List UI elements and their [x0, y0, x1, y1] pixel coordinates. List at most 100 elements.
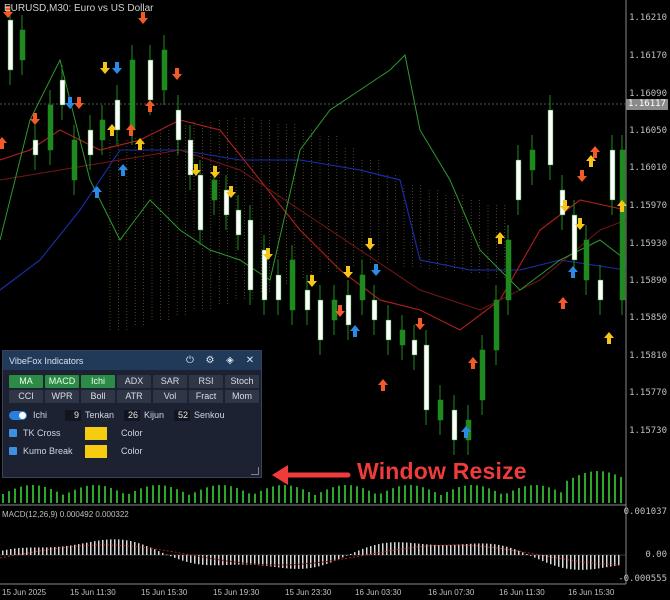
candle-body: [187, 139, 194, 176]
candle-body: [7, 19, 14, 71]
candle-body: [399, 329, 406, 346]
volume-bar: [584, 473, 586, 503]
volume-bar: [254, 493, 256, 503]
candle-body: [59, 79, 66, 106]
signal-arrow-icon: [210, 166, 220, 178]
macd-histogram-bar: [194, 555, 196, 564]
volume-bar: [314, 494, 316, 503]
kumo-break-checkbox[interactable]: [9, 447, 17, 455]
gear-icon[interactable]: ⚙: [205, 355, 215, 366]
panel-header[interactable]: VibeFox Indicators ⏻ ⚙ ◈ ✕: [3, 351, 261, 370]
macd-histogram-bar: [38, 547, 40, 555]
macd-histogram-bar: [550, 555, 552, 565]
macd-histogram-bar: [302, 555, 304, 569]
candle-body: [175, 109, 182, 141]
macd-histogram-bar: [342, 555, 344, 558]
resize-grip[interactable]: [251, 467, 259, 475]
macd-histogram-bar: [506, 546, 508, 555]
indicator-panel[interactable]: VibeFox Indicators ⏻ ⚙ ◈ ✕ MA MACD Ichi ADX…: [2, 350, 262, 478]
volume-bar: [128, 493, 130, 503]
tk-cross-checkbox[interactable]: [9, 429, 17, 437]
macd-histogram-bar: [346, 555, 348, 556]
senkou-input[interactable]: 52: [174, 409, 191, 421]
tenkan-input[interactable]: 9: [65, 409, 81, 421]
tab-ichi[interactable]: Ichi: [81, 375, 115, 388]
volume-bar: [410, 485, 412, 503]
tab-sar[interactable]: SAR: [153, 375, 187, 388]
tab-wpr[interactable]: WPR: [45, 390, 79, 403]
volume-bar: [476, 485, 478, 503]
macd-histogram-bar: [446, 545, 448, 555]
macd-histogram-bar: [326, 555, 328, 564]
candle-body: [197, 174, 204, 231]
volume-bar: [260, 490, 262, 503]
candle-body: [571, 214, 578, 261]
volume-bar: [32, 485, 34, 503]
time-axis-label: 15 Jun 2025: [2, 588, 47, 597]
macd-histogram-bar: [498, 544, 500, 555]
tab-mom[interactable]: Mom: [225, 390, 259, 403]
volume-bar: [464, 485, 466, 503]
volume-bar: [20, 486, 22, 503]
macd-histogram-bar: [418, 543, 420, 555]
volume-bar: [446, 491, 448, 503]
macd-histogram-bar: [378, 544, 380, 555]
tab-boll[interactable]: Boll: [81, 390, 115, 403]
tab-atr[interactable]: ATR: [117, 390, 151, 403]
macd-histogram-bar: [258, 555, 260, 566]
tab-fract[interactable]: Fract: [189, 390, 223, 403]
tenkan-label: Tenkan: [85, 410, 115, 420]
price-axis-label: 1.15770: [629, 388, 667, 398]
kijun-input[interactable]: 26: [124, 409, 141, 421]
candle-body: [597, 279, 604, 301]
price-axis-label: 1.16050: [629, 126, 667, 136]
volume-bar: [620, 476, 622, 503]
volume-bar: [242, 490, 244, 503]
macd-histogram-bar: [438, 544, 440, 555]
volume-bar: [374, 493, 376, 503]
candle-body: [331, 299, 338, 321]
volume-bar: [602, 471, 604, 503]
kumo-break-color-swatch[interactable]: [85, 444, 107, 458]
signal-arrow-icon: [100, 62, 110, 74]
pin-icon[interactable]: ◈: [225, 355, 235, 366]
volume-bar: [62, 494, 64, 503]
ichi-toggle[interactable]: [9, 410, 27, 420]
close-icon[interactable]: ✕: [245, 355, 255, 366]
macd-histogram-bar: [354, 552, 356, 555]
macd-histogram-bar: [298, 555, 300, 569]
macd-histogram-bar: [202, 555, 204, 565]
macd-histogram-bar: [414, 543, 416, 555]
macd-histogram-bar: [410, 542, 412, 555]
macd-histogram-bar: [350, 553, 352, 555]
volume-bar: [170, 487, 172, 503]
volume-bar: [230, 486, 232, 503]
macd-histogram-bar: [138, 543, 140, 555]
macd-histogram-bar: [618, 555, 620, 566]
signal-arrow-icon: [468, 357, 478, 369]
power-icon[interactable]: ⏻: [185, 355, 195, 366]
tab-macd[interactable]: MACD: [45, 375, 79, 388]
volume-bar: [332, 487, 334, 503]
tab-cci[interactable]: CCI: [9, 390, 43, 403]
tab-vol[interactable]: Vol: [153, 390, 187, 403]
candle-body: [87, 129, 94, 156]
tab-ma[interactable]: MA: [9, 375, 43, 388]
price-axis-label: 1.15890: [629, 276, 667, 286]
volume-bar: [614, 474, 616, 503]
macd-histogram-bar: [210, 555, 212, 566]
tab-rsi[interactable]: RSI: [189, 375, 223, 388]
macd-histogram-bar: [478, 543, 480, 555]
kijun-label: Kijun: [144, 410, 165, 420]
volume-bar: [596, 471, 598, 503]
tk-cross-color-swatch[interactable]: [85, 426, 107, 440]
tab-adx[interactable]: ADX: [117, 375, 151, 388]
volume-bar: [512, 490, 514, 503]
signal-arrow-icon: [604, 332, 614, 344]
candle-body: [129, 59, 136, 131]
tab-stoch[interactable]: Stoch: [225, 375, 259, 388]
signal-arrow-icon: [558, 297, 568, 309]
volume-bar: [608, 472, 610, 503]
signal-arrow-icon: [74, 97, 84, 109]
candle-body: [211, 179, 218, 201]
